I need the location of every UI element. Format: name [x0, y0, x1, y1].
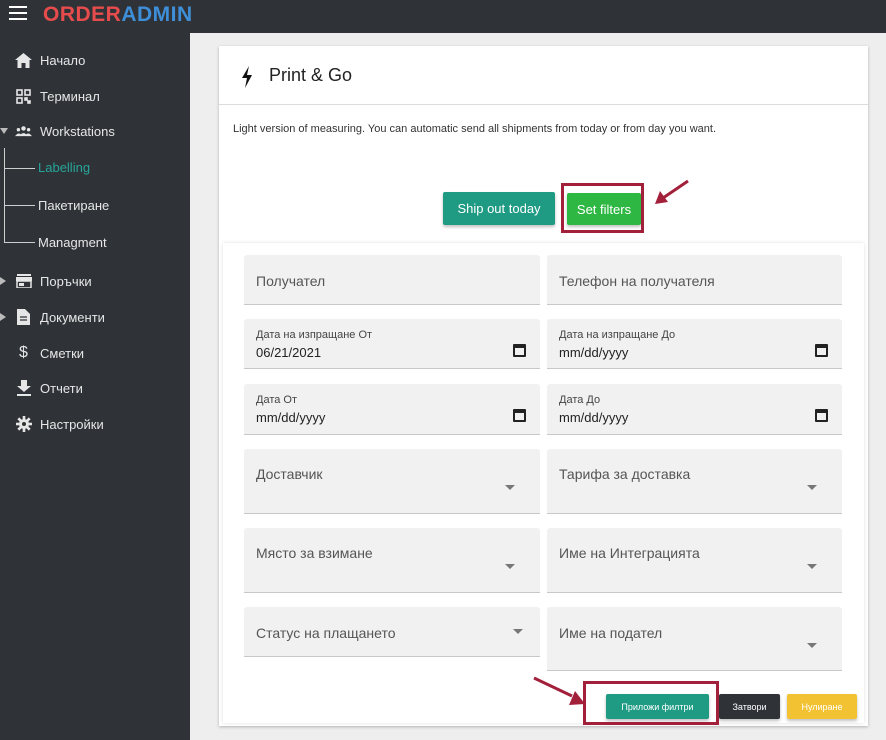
chevron-down-icon [505, 485, 515, 490]
sidebar-item-orders[interactable]: Поръчки [0, 266, 190, 296]
annotation-arrow-icon [655, 179, 689, 204]
dollar-icon: $ [19, 344, 28, 361]
annotation-arrow-icon [533, 676, 585, 705]
sidebar-item-label: Пакетиране [38, 198, 110, 213]
field-value: mm/dd/yyyy [559, 345, 629, 360]
home-icon [15, 52, 32, 69]
sidebar-item-label: Настройки [40, 416, 104, 432]
shipping-date-from-field[interactable]: Дата на изпращане От 06/21/2021 [244, 319, 540, 369]
document-icon [15, 309, 32, 326]
highlight-box [583, 681, 719, 725]
card-header: Print & Go [219, 46, 868, 105]
field-label: Дата на изпращане До [559, 329, 676, 341]
sidebar-item-workstations[interactable]: Workstations [0, 116, 190, 146]
sidebar-item-settings[interactable]: Настройки [0, 409, 190, 439]
chevron-right-icon [0, 277, 6, 285]
sidebar-item-label: Терминал [40, 88, 100, 104]
calendar-icon[interactable] [513, 409, 526, 422]
calendar-icon[interactable] [815, 409, 828, 422]
calendar-icon[interactable] [815, 344, 828, 357]
calendar-icon[interactable] [513, 344, 526, 357]
sender-name-placeholder: Име на подател [559, 625, 663, 641]
field-value: 06/21/2021 [256, 345, 322, 360]
gear-icon [15, 416, 32, 433]
recipient-phone-placeholder: Телефон на получателя [559, 273, 715, 289]
date-from-field[interactable]: Дата От mm/dd/yyyy [244, 384, 540, 435]
menu-icon[interactable] [9, 6, 27, 20]
sidebar: Начало Терминал Workstations Labelling П… [0, 33, 190, 740]
sidebar-item-label: Сметки [40, 345, 85, 361]
qr-code-icon [15, 88, 32, 105]
sidebar-item-home[interactable]: Начало [0, 45, 190, 75]
chevron-down-icon [807, 643, 817, 648]
ship-out-today-button[interactable]: Ship out today [443, 192, 555, 225]
sidebar-item-label: Поръчки [40, 273, 92, 289]
field-value: mm/dd/yyyy [559, 410, 629, 425]
chevron-right-icon [0, 313, 6, 321]
shipping-date-to-field[interactable]: Дата на изпращане До mm/dd/yyyy [547, 319, 842, 369]
shipping-rate-select[interactable]: Тарифа за доставка [547, 449, 842, 514]
payment-status-placeholder: Статус на плащането [256, 625, 396, 641]
field-value: mm/dd/yyyy [256, 410, 326, 425]
chevron-down-icon [807, 564, 817, 569]
download-icon [15, 380, 32, 397]
sidebar-item-documents[interactable]: Документи [0, 302, 190, 332]
sidebar-item-label: Начало [40, 52, 86, 68]
sidebar-item-label: Документи [40, 309, 105, 325]
people-icon [15, 123, 32, 140]
integration-name-placeholder: Име на Интеграцията [559, 545, 700, 561]
close-button[interactable]: Затвори [719, 694, 780, 719]
sender-name-select[interactable]: Име на подател [547, 607, 842, 671]
lightning-icon [242, 66, 252, 88]
recipient-placeholder: Получател [256, 273, 326, 289]
pickup-place-placeholder: Място за взимане [256, 545, 373, 561]
carrier-select[interactable]: Доставчик [244, 449, 540, 514]
card-description: Light version of measuring. You can auto… [233, 123, 717, 135]
sidebar-item-label: Отчети [40, 380, 83, 396]
sidebar-item-label: Workstations [40, 123, 115, 139]
top-bar: ORDERADMIN [0, 0, 886, 33]
highlight-box [561, 183, 644, 233]
pickup-place-select[interactable]: Място за взимане [244, 528, 540, 593]
field-label: Дата До [559, 394, 601, 406]
date-to-field[interactable]: Дата До mm/dd/yyyy [547, 384, 842, 435]
recipient-phone-input[interactable]: Телефон на получателя [547, 255, 842, 305]
sidebar-item-label: Labelling [38, 160, 91, 175]
chevron-down-icon [505, 564, 515, 569]
shipping-rate-placeholder: Тарифа за доставка [559, 466, 691, 482]
sidebar-item-accounts[interactable]: $ Сметки [0, 338, 190, 368]
sidebar-item-reports[interactable]: Отчети [0, 373, 190, 403]
sidebar-subitem-labelling[interactable]: Labelling [0, 153, 190, 181]
logo-admin-text: ADMIN [121, 3, 193, 26]
chevron-down-icon [0, 128, 8, 134]
app-logo[interactable]: ORDERADMIN [43, 3, 193, 27]
store-icon [15, 273, 32, 290]
carrier-placeholder: Доставчик [256, 466, 323, 482]
chevron-down-icon [513, 629, 523, 634]
integration-name-select[interactable]: Име на Интеграцията [547, 528, 842, 593]
chevron-down-icon [807, 485, 817, 490]
sidebar-item-label: Managment [38, 235, 107, 250]
sidebar-item-terminal[interactable]: Терминал [0, 81, 190, 111]
reset-button[interactable]: Нулиране [787, 694, 857, 719]
sidebar-subitem-packing[interactable]: Пакетиране [0, 191, 190, 219]
field-label: Дата От [256, 394, 298, 406]
field-label: Дата на изпращане От [256, 329, 373, 341]
sidebar-subitem-management[interactable]: Managment [0, 228, 190, 256]
recipient-input[interactable]: Получател [244, 255, 540, 305]
page-title: Print & Go [269, 65, 353, 85]
payment-status-select[interactable]: Статус на плащането [244, 607, 540, 657]
logo-order-text: ORDER [43, 3, 122, 26]
